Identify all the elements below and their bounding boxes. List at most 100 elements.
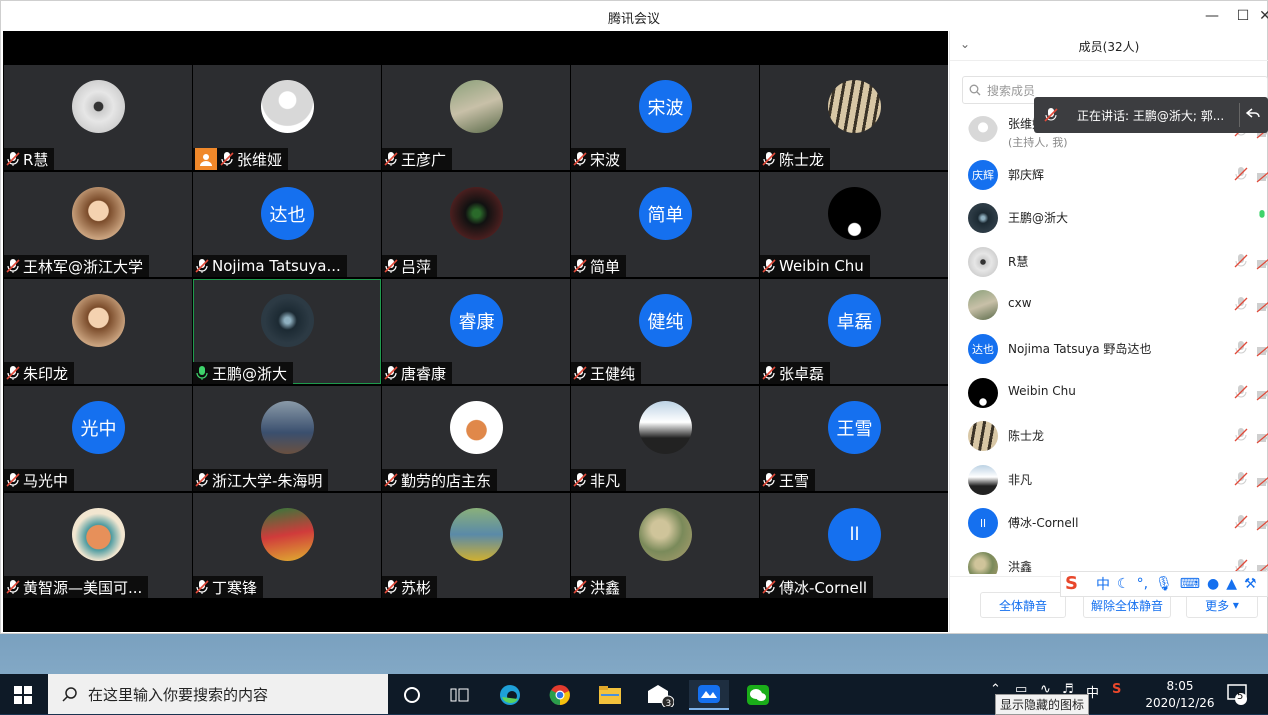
notification-icon[interactable]: 5: [1226, 682, 1250, 706]
participant-tile[interactable]: 睿康 唐睿康: [382, 279, 570, 384]
ime-chinese-mode[interactable]: 中: [1096, 574, 1110, 594]
voice-icon[interactable]: 🎙: [1155, 576, 1173, 592]
tencent-meeting-icon[interactable]: [689, 680, 729, 710]
participant-tile[interactable]: 丁寒锋: [193, 493, 381, 598]
participant-nameplate: 黄智源—美国可...: [4, 576, 149, 598]
window-title: 腾讯会议: [607, 12, 660, 27]
participant-tile[interactable]: 宋波 宋波: [571, 65, 759, 170]
camera-off-icon[interactable]: [1256, 168, 1268, 183]
windows-start-icon[interactable]: [14, 686, 32, 704]
participant-name: 非凡: [590, 471, 621, 490]
participant-tile[interactable]: Weibin Chu: [760, 172, 948, 277]
edge-browser-icon[interactable]: [490, 680, 530, 710]
member-list-item[interactable]: 陈士龙: [950, 414, 1268, 457]
member-name: 陈士龙: [1008, 429, 1045, 444]
camera-off-icon[interactable]: [1256, 516, 1268, 531]
participant-tile[interactable]: 非凡: [571, 386, 759, 491]
participant-tile[interactable]: 洪鑫: [571, 493, 759, 598]
minimize-button[interactable]: —: [1201, 6, 1223, 26]
member-list-item[interactable]: 庆辉 郭庆辉: [950, 153, 1268, 196]
muted-mic-icon[interactable]: [1234, 296, 1248, 312]
participant-name: 丁寒锋: [212, 578, 258, 597]
participant-tile[interactable]: 勤劳的店主东: [382, 386, 570, 491]
taskbar-search-box[interactable]: 在这里输入你要搜索的内容: [48, 674, 388, 714]
photo-landscape-avatar: [968, 290, 998, 321]
member-list-item[interactable]: 达也 Nojima Tatsuya 野岛达也: [950, 327, 1268, 370]
camera-off-icon[interactable]: [1256, 342, 1268, 357]
member-list-item[interactable]: R慧: [950, 240, 1268, 283]
chrome-browser-icon[interactable]: [540, 680, 580, 710]
member-list-item[interactable]: Weibin Chu: [950, 371, 1268, 414]
punctuation-icon[interactable]: °,: [1137, 576, 1148, 592]
camera-off-icon[interactable]: [1256, 386, 1268, 401]
photo-child-avatar: [72, 187, 125, 240]
reply-arrow-icon[interactable]: [1246, 108, 1260, 120]
photo-snowflake-avatar: [261, 294, 314, 347]
muted-mic-icon[interactable]: [1234, 427, 1248, 443]
member-list-item[interactable]: cxw: [950, 283, 1268, 326]
camera-off-icon[interactable]: [1256, 473, 1268, 488]
participant-tile[interactable]: 朱印龙: [4, 279, 192, 384]
participant-tile[interactable]: 浙江大学-朱海明: [193, 386, 381, 491]
active-mic-icon[interactable]: [1256, 208, 1268, 220]
participant-tile[interactable]: 吕萍: [382, 172, 570, 277]
clock-date: 2020/12/26: [1145, 696, 1215, 710]
member-list-item[interactable]: 王鹏@浙大: [950, 196, 1268, 239]
participant-nameplate: 简单: [571, 255, 627, 277]
mail-icon[interactable]: 3: [640, 680, 680, 710]
participant-tile[interactable]: R慧: [4, 65, 192, 170]
participant-tile[interactable]: 简单 简单: [571, 172, 759, 277]
member-list-item[interactable]: ll 傅冰-Cornell: [950, 501, 1268, 544]
muted-mic-icon[interactable]: [1234, 166, 1248, 182]
system-clock[interactable]: 8:05 2020/12/26: [1140, 678, 1220, 712]
participant-tile[interactable]: ll 傅冰-Cornell: [760, 493, 948, 598]
member-list-item[interactable]: 洪鑫: [950, 545, 1268, 574]
sogou-tray-icon[interactable]: S: [1112, 682, 1121, 697]
muted-mic-icon[interactable]: [1234, 384, 1248, 400]
muted-mic-icon: [384, 579, 398, 595]
muted-mic-icon[interactable]: [1234, 471, 1248, 487]
participant-tile[interactable]: 卓磊 张卓磊: [760, 279, 948, 384]
camera-off-icon[interactable]: [1256, 255, 1268, 270]
task-view-icon[interactable]: [440, 680, 480, 710]
participant-tile[interactable]: 健纯 王健纯: [571, 279, 759, 384]
photo-person2-avatar: [968, 464, 998, 495]
participant-tile[interactable]: 张维娅: [193, 65, 381, 170]
user-icon[interactable]: ●: [1207, 576, 1219, 592]
ime-toolbar[interactable]: S 中 ☾ °, 🎙 ⌨ ● ▲ ⚒: [1060, 571, 1268, 597]
muted-mic-icon: [6, 151, 20, 167]
participant-tile[interactable]: 王彦广: [382, 65, 570, 170]
mute-all-button[interactable]: 全体静音: [980, 592, 1066, 618]
muted-mic-icon: [384, 258, 398, 274]
member-list-item[interactable]: 非凡: [950, 458, 1268, 501]
member-name: 郭庆辉: [1008, 167, 1045, 182]
participant-tile[interactable]: 达也 Nojima Tatsuya...: [193, 172, 381, 277]
settings-wrench-icon[interactable]: ⚒: [1244, 576, 1257, 592]
participant-tile[interactable]: 王鹏@浙大: [193, 279, 381, 384]
camera-off-icon[interactable]: [1256, 298, 1268, 313]
participant-tile[interactable]: 黄智源—美国可...: [4, 493, 192, 598]
moon-icon[interactable]: ☾: [1117, 576, 1130, 592]
participant-name: 朱印龙: [23, 364, 69, 383]
maximize-button[interactable]: ☐: [1232, 6, 1254, 26]
muted-mic-icon[interactable]: [1234, 514, 1248, 530]
participant-nameplate: 王健纯: [571, 362, 642, 384]
skin-icon[interactable]: ▲: [1226, 576, 1237, 592]
participant-tile[interactable]: 王雪 王雪: [760, 386, 948, 491]
participant-tile[interactable]: 陈士龙: [760, 65, 948, 170]
muted-mic-icon: [762, 472, 776, 488]
participant-tile[interactable]: 光中 马光中: [4, 386, 192, 491]
participant-nameplate: 王彦广: [382, 148, 453, 170]
muted-mic-icon[interactable]: [1234, 340, 1248, 356]
camera-off-icon[interactable]: [1256, 429, 1268, 444]
text-avatar: 卓磊: [828, 294, 881, 347]
cortana-icon[interactable]: [392, 680, 432, 710]
muted-mic-icon[interactable]: [1234, 253, 1248, 269]
close-button[interactable]: ✕: [1254, 6, 1268, 26]
photo-fox-avatar: [72, 508, 125, 561]
keyboard-icon[interactable]: ⌨: [1180, 576, 1200, 592]
participant-tile[interactable]: 王林军@浙江大学: [4, 172, 192, 277]
participant-tile[interactable]: 苏彬: [382, 493, 570, 598]
file-explorer-icon[interactable]: [590, 680, 630, 710]
wechat-icon[interactable]: [738, 680, 778, 710]
